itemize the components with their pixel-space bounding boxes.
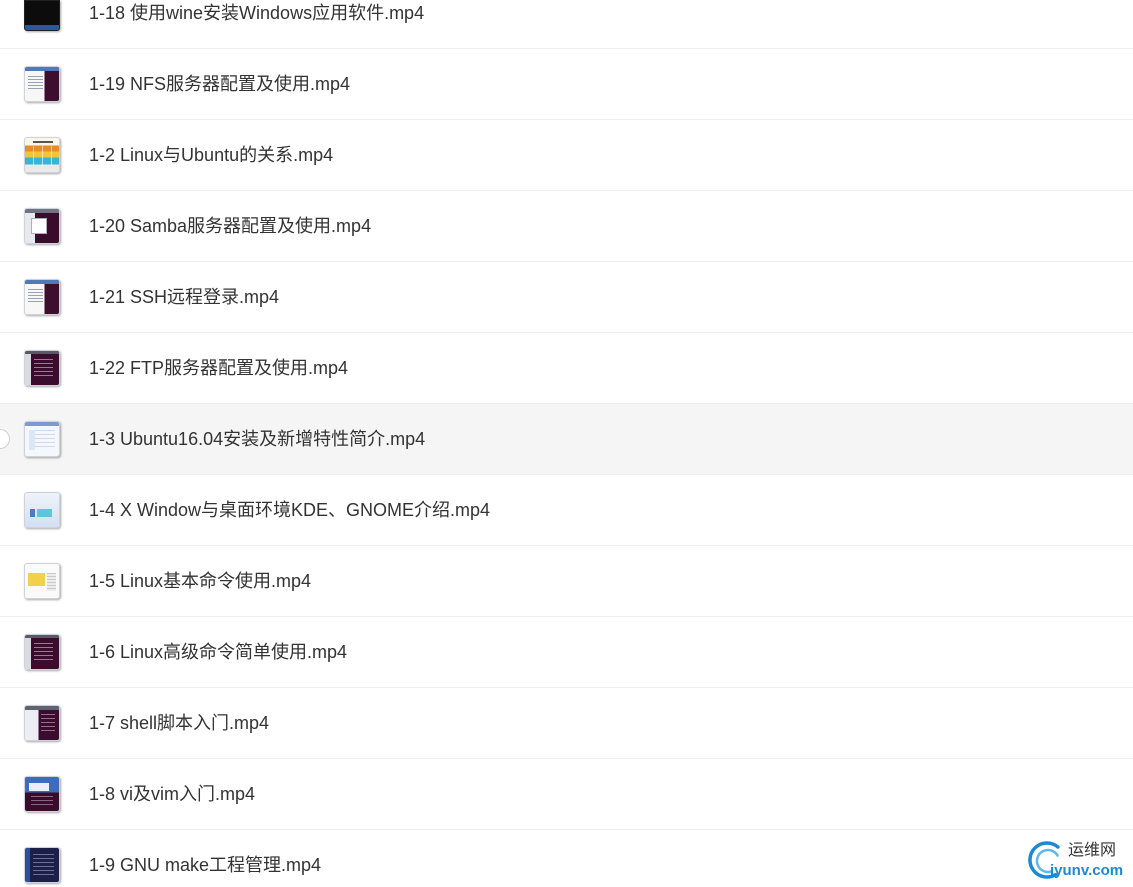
video-thumbnail[interactable] [24, 776, 60, 812]
video-thumbnail[interactable] [24, 492, 60, 528]
file-name[interactable]: 1-8 vi及vim入门.mp4 [89, 782, 1113, 806]
file-row[interactable]: 1-20 Samba服务器配置及使用.mp4 [0, 191, 1133, 262]
file-row[interactable]: 1-22 FTP服务器配置及使用.mp4 [0, 333, 1133, 404]
file-row[interactable]: 1-7 shell脚本入门.mp4 [0, 688, 1133, 759]
video-thumbnail[interactable] [24, 421, 60, 457]
file-row[interactable]: 1-3 Ubuntu16.04安装及新增特性简介.mp4 [0, 404, 1133, 475]
video-thumbnail[interactable] [24, 279, 60, 315]
file-row[interactable]: 1-21 SSH远程登录.mp4 [0, 262, 1133, 333]
file-name[interactable]: 1-7 shell脚本入门.mp4 [89, 711, 1113, 735]
video-thumbnail[interactable] [24, 137, 60, 173]
file-list: 1-18 使用wine安装Windows应用软件.mp4 1-19 NFS服务器… [0, 0, 1133, 887]
file-name[interactable]: 1-22 FTP服务器配置及使用.mp4 [89, 356, 1113, 380]
file-name[interactable]: 1-9 GNU make工程管理.mp4 [89, 853, 1113, 877]
file-row[interactable]: 1-9 GNU make工程管理.mp4 [0, 830, 1133, 887]
file-row[interactable]: 1-19 NFS服务器配置及使用.mp4 [0, 49, 1133, 120]
file-row[interactable]: 1-18 使用wine安装Windows应用软件.mp4 [0, 0, 1133, 49]
video-thumbnail[interactable] [24, 705, 60, 741]
file-row[interactable]: 1-8 vi及vim入门.mp4 [0, 759, 1133, 830]
file-name[interactable]: 1-5 Linux基本命令使用.mp4 [89, 569, 1113, 593]
watermark: 运维网 iyunv.com [1028, 836, 1128, 884]
video-thumbnail[interactable] [24, 0, 60, 31]
file-row[interactable]: 1-6 Linux高级命令简单使用.mp4 [0, 617, 1133, 688]
file-name[interactable]: 1-21 SSH远程登录.mp4 [89, 285, 1113, 309]
file-row[interactable]: 1-4 X Window与桌面环境KDE、GNOME介绍.mp4 [0, 475, 1133, 546]
video-thumbnail[interactable] [24, 208, 60, 244]
select-checkbox[interactable] [0, 429, 10, 449]
video-thumbnail[interactable] [24, 350, 60, 386]
file-name[interactable]: 1-3 Ubuntu16.04安装及新增特性简介.mp4 [89, 427, 1113, 451]
file-name[interactable]: 1-6 Linux高级命令简单使用.mp4 [89, 640, 1113, 664]
file-row[interactable]: 1-5 Linux基本命令使用.mp4 [0, 546, 1133, 617]
watermark-domain: iyunv.com [1050, 862, 1124, 879]
file-row[interactable]: 1-2 Linux与Ubuntu的关系.mp4 [0, 120, 1133, 191]
file-name[interactable]: 1-20 Samba服务器配置及使用.mp4 [89, 214, 1113, 238]
file-name[interactable]: 1-19 NFS服务器配置及使用.mp4 [89, 72, 1113, 96]
watermark-brand: 运维网 [1068, 842, 1117, 859]
file-name[interactable]: 1-2 Linux与Ubuntu的关系.mp4 [89, 143, 1113, 167]
video-thumbnail[interactable] [24, 563, 60, 599]
file-name[interactable]: 1-18 使用wine安装Windows应用软件.mp4 [89, 1, 1113, 25]
video-thumbnail[interactable] [24, 634, 60, 670]
file-name[interactable]: 1-4 X Window与桌面环境KDE、GNOME介绍.mp4 [89, 498, 1113, 522]
video-thumbnail[interactable] [24, 847, 60, 883]
video-thumbnail[interactable] [24, 66, 60, 102]
